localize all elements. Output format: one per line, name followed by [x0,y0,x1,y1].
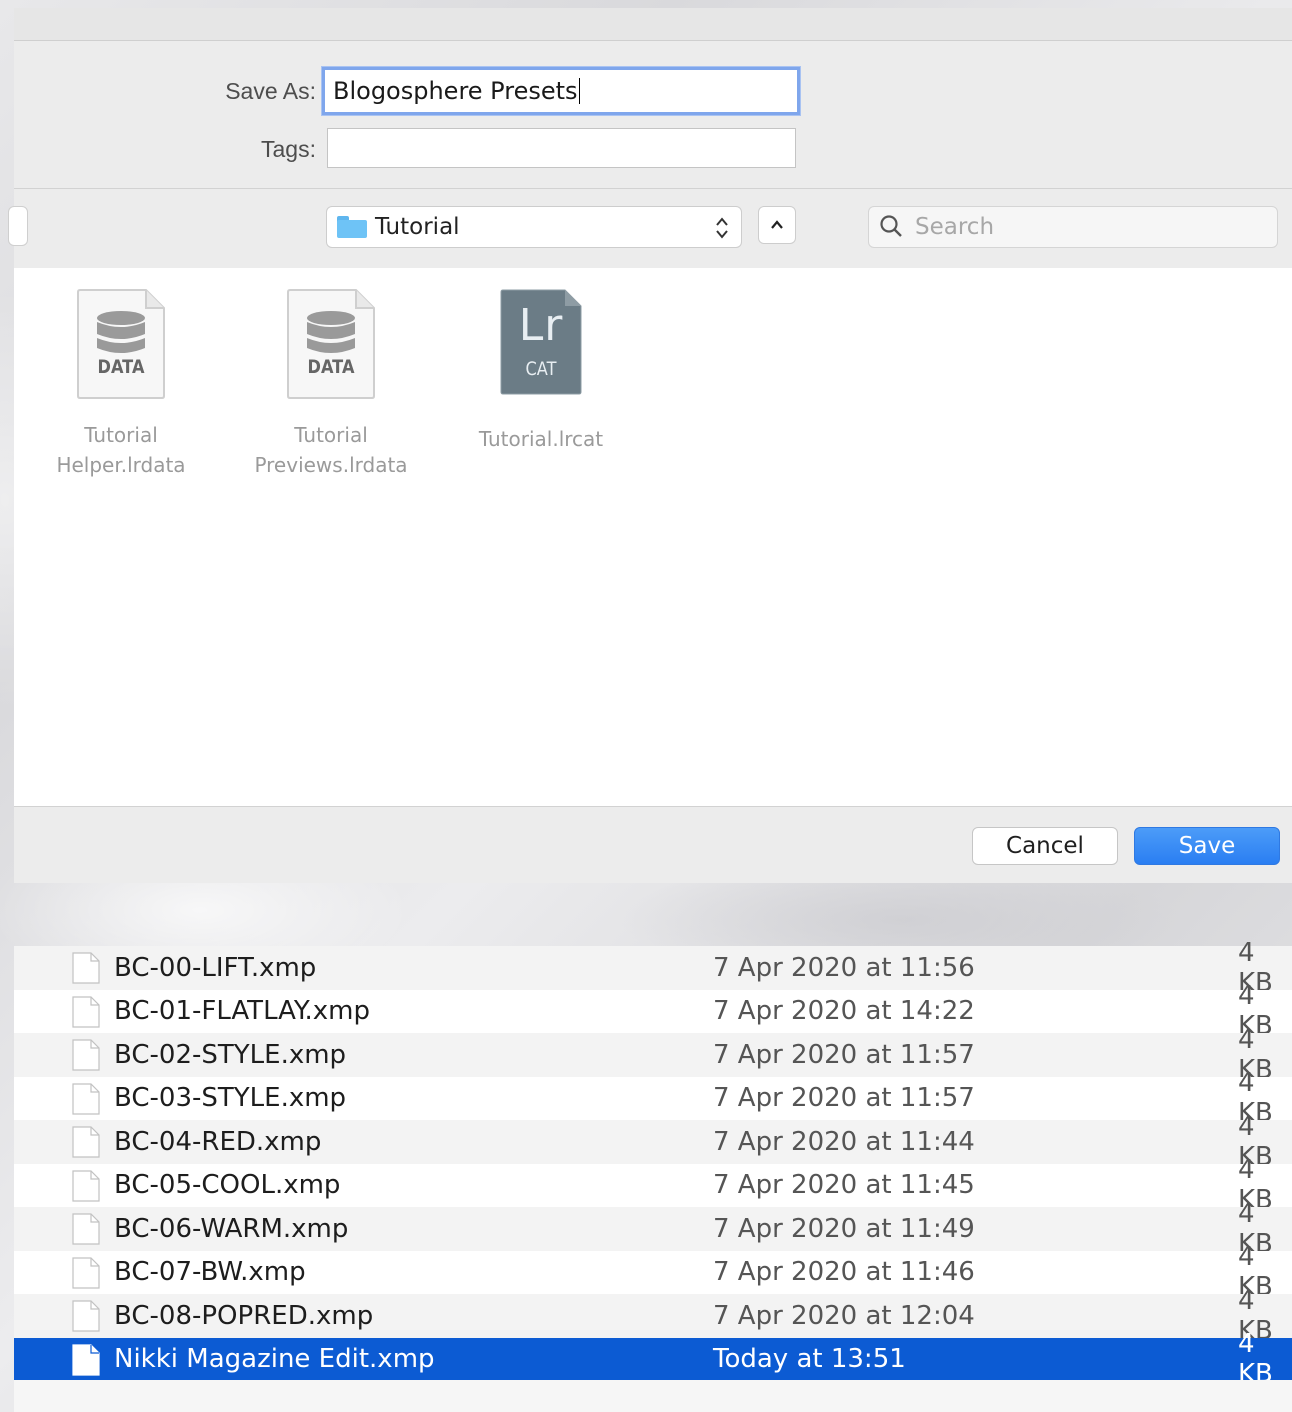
file-name: BC-07-BW.xmp [114,1257,306,1288]
folder-icon [337,216,367,238]
file-name: BC-00-LIFT.xmp [114,952,317,983]
icon-caption: CAT [525,358,557,380]
save-as-label: Save As: [225,78,316,104]
document-icon [72,1343,100,1376]
list-item[interactable]: BC-01-FLATLAY.xmp 7 Apr 2020 at 14:22 4 … [14,981,1292,1041]
text-caret [578,78,580,104]
up-down-chevron-icon [716,217,728,239]
file-name: BC-02-STYLE.xmp [114,1039,347,1070]
document-icon [72,1256,100,1289]
file-date: 7 Apr 2020 at 11:44 [713,1126,975,1157]
list-item[interactable]: BC-05-COOL.xmp 7 Apr 2020 at 11:45 4 KB [14,1155,1292,1215]
navigation-bar: Tutorial [8,189,1292,268]
file-name: Tutorial Previews.lrdata [254,423,408,477]
document-icon [72,952,100,984]
save-button[interactable]: Save [1134,827,1280,865]
document-icon [72,1039,100,1071]
database-document-icon: DATA [76,288,166,400]
file-date: 7 Apr 2020 at 11:57 [713,1039,975,1070]
expand-collapse-button[interactable] [758,206,796,244]
file-name: BC-04-RED.xmp [114,1126,322,1157]
icon-caption: DATA [307,356,355,378]
file-date: Today at 13:51 [713,1344,906,1375]
file-date: 7 Apr 2020 at 11:56 [713,952,975,983]
list-item[interactable]: BC-06-WARM.xmp 7 Apr 2020 at 11:49 4 KB [14,1199,1292,1259]
view-toggle-button[interactable] [8,206,28,246]
file-name: BC-01-FLATLAY.xmp [114,996,371,1027]
list-item[interactable]: BC-08-POPRED.xmp 7 Apr 2020 at 12:04 4 K… [14,1286,1292,1346]
document-icon [72,1300,100,1332]
search-input[interactable] [913,213,1257,241]
file-name: Tutorial.lrcat [478,427,604,451]
file-name: BC-06-WARM.xmp [114,1213,349,1244]
file-date: 7 Apr 2020 at 12:04 [713,1300,975,1331]
location-label: Tutorial [375,214,460,240]
file-name: BC-08-POPRED.xmp [114,1300,374,1331]
file-name: BC-03-STYLE.xmp [114,1083,347,1114]
file-item-previews-lrdata[interactable]: DATA Tutorial Previews.lrdata [226,288,436,480]
chevron-up-icon [771,220,783,229]
list-item[interactable]: BC-00-LIFT.xmp 7 Apr 2020 at 11:56 4 KB [14,938,1292,998]
lr-badge: Lr [518,300,564,351]
file-name: Tutorial Helper.lrdata [56,423,186,477]
file-browser: DATA Tutorial Helper.lrdata DATA Tutoria… [14,268,1292,806]
file-date: 7 Apr 2020 at 11:57 [713,1083,975,1114]
document-icon [72,1169,100,1202]
file-list: BC-00-LIFT.xmp 7 Apr 2020 at 11:56 4 KB … [14,938,1292,1389]
dialog-footer: Cancel Save [14,806,1292,883]
save-as-field[interactable]: Blogosphere Presets [322,67,800,115]
list-item[interactable]: BC-03-STYLE.xmp 7 Apr 2020 at 11:57 4 KB [14,1068,1292,1128]
location-popup[interactable]: Tutorial [326,206,742,248]
document-icon [72,1126,100,1158]
tags-label: Tags: [261,136,316,162]
file-date: 7 Apr 2020 at 14:22 [713,996,975,1027]
lightroom-catalog-icon: Lr CAT [499,288,583,400]
file-item-helper-lrdata[interactable]: DATA Tutorial Helper.lrdata [16,288,226,480]
file-name: Nikki Magazine Edit.xmp [114,1344,435,1375]
list-item[interactable]: BC-07-BW.xmp 7 Apr 2020 at 11:46 4 KB [14,1242,1292,1302]
tags-field[interactable] [327,128,796,168]
search-field[interactable] [868,206,1278,248]
save-dialog: Save As: Blogosphere Presets Tags: Tutor… [8,8,1292,883]
icon-caption: DATA [97,356,145,378]
document-icon [72,1082,100,1115]
list-item[interactable]: BC-02-STYLE.xmp 7 Apr 2020 at 11:57 4 KB [14,1025,1292,1085]
document-icon [72,1213,100,1245]
file-date: 7 Apr 2020 at 11:49 [713,1213,975,1244]
list-item-selected[interactable]: Nikki Magazine Edit.xmp Today at 13:51 4… [14,1329,1292,1389]
document-icon [72,995,100,1028]
database-document-icon: DATA [286,288,376,400]
dialog-title-bar [14,8,1292,41]
cancel-button[interactable]: Cancel [972,827,1118,865]
search-icon [880,215,902,237]
file-name: BC-05-COOL.xmp [114,1170,341,1201]
file-date: 7 Apr 2020 at 11:46 [713,1257,975,1288]
list-item[interactable]: BC-04-RED.xmp 7 Apr 2020 at 11:44 4 KB [14,1112,1292,1172]
list-empty-area [14,1380,1292,1412]
file-item-lrcat[interactable]: Lr CAT Tutorial.lrcat [436,288,646,454]
save-as-value: Blogosphere Presets [333,77,578,105]
file-date: 7 Apr 2020 at 11:45 [713,1170,975,1201]
